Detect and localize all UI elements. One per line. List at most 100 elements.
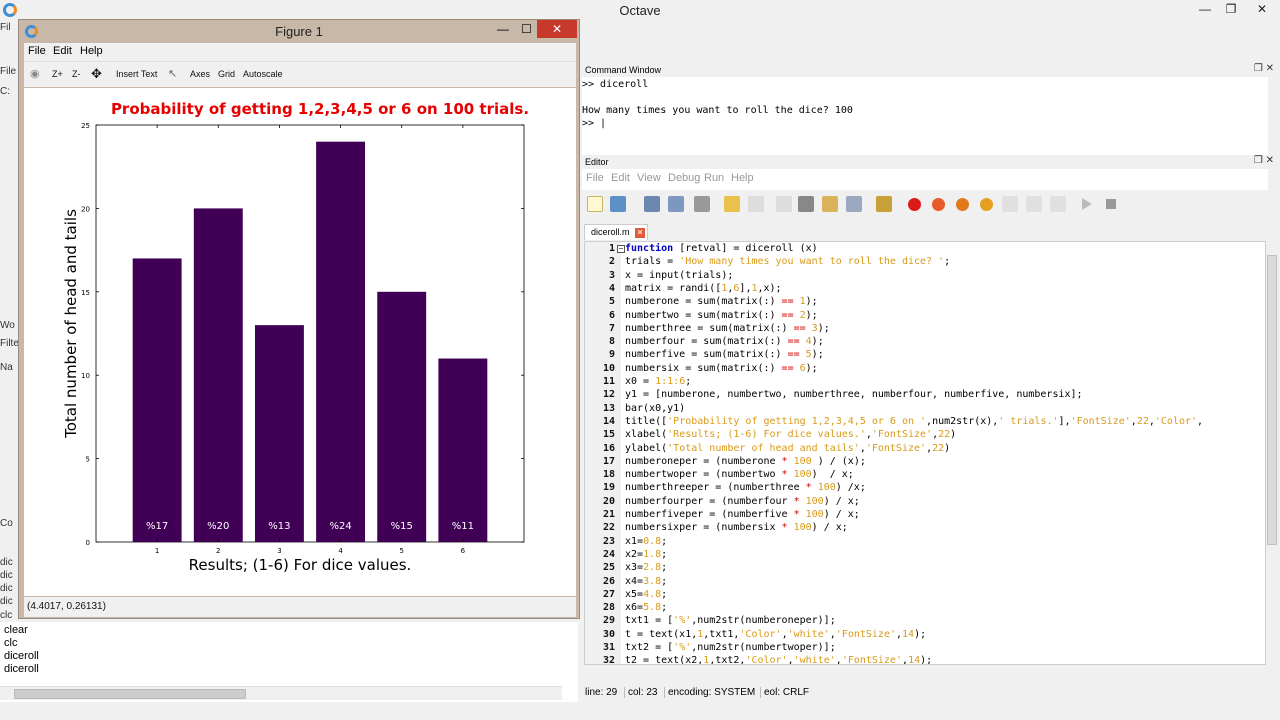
code-line: numberone = sum(matrix(:) == 1); [625, 296, 818, 307]
editor-menu-debug[interactable]: Debug [668, 172, 700, 184]
fold-toggle-icon[interactable]: − [617, 245, 625, 253]
editor-toolbar [582, 190, 1280, 218]
redo-icon[interactable] [748, 196, 764, 212]
save-icon[interactable] [644, 196, 660, 212]
history-horizontal-scrollbar[interactable] [0, 686, 562, 700]
new-file-icon[interactable] [587, 196, 603, 212]
step-icon[interactable] [1002, 196, 1018, 212]
insert-text-button[interactable]: Insert Text [116, 69, 157, 79]
code-text: numberfiveper = (numberfive [625, 509, 794, 520]
history-item[interactable]: dic [0, 583, 18, 597]
editor-menu-edit[interactable]: Edit [611, 172, 630, 184]
code-number: 5.8 [643, 602, 662, 614]
cursor-column: col: 23 [624, 687, 657, 698]
main-minimize-button[interactable]: — [1192, 0, 1218, 19]
code-string: '%' [673, 642, 692, 653]
paste-icon[interactable] [822, 196, 838, 212]
previous-breakpoint-icon[interactable] [956, 198, 969, 211]
editor-menu-run[interactable]: Run [704, 172, 724, 184]
code-number: 0.8 [643, 535, 662, 547]
next-breakpoint-icon[interactable] [932, 198, 945, 211]
step-in-icon[interactable] [1026, 196, 1042, 212]
figure-menu-edit[interactable]: Edit [53, 45, 72, 57]
save-as-icon[interactable] [668, 196, 684, 212]
bar-2 [193, 208, 243, 542]
figure-menu-file[interactable]: File [28, 45, 46, 57]
figure-canvas[interactable]: Probability of getting 1,2,3,4,5 or 6 on… [24, 88, 576, 596]
zoom-in-button[interactable]: Z+ [52, 69, 63, 79]
editor-scroll-thumb[interactable] [1267, 255, 1277, 545]
code-text: numbersix = sum(matrix(:) [625, 362, 782, 374]
quit-debug-icon[interactable] [1106, 199, 1116, 209]
continue-icon[interactable] [1082, 198, 1092, 210]
command-window-header: Command Window ❐ ✕ [582, 63, 1280, 77]
code-line: x = input(trials); [625, 270, 733, 281]
figure-close-button[interactable]: ✕ [537, 20, 577, 38]
code-editor[interactable]: 1 2 3 4 5 6 7 8 9 10 11 12 13 14 15 16 17 18 19 20 21 22 23 24 2… [584, 241, 1266, 665]
command-prompt[interactable]: >> | [582, 118, 606, 129]
history-item[interactable]: dic [0, 557, 18, 571]
editor-vertical-scrollbar[interactable] [1266, 241, 1278, 665]
code-text: ); [811, 336, 824, 348]
figure-menu-help[interactable]: Help [80, 45, 103, 57]
code-number: 4.8 [643, 588, 662, 600]
code-text: t = text(x1, [625, 628, 698, 640]
main-close-button[interactable]: ✕ [1244, 0, 1280, 19]
pan-icon[interactable]: ✥ [91, 66, 102, 82]
cut-icon[interactable] [798, 196, 814, 212]
line-number: 14 [602, 415, 615, 427]
code-line: trials = 'How many times you want to rol… [625, 256, 950, 267]
code-operator: == [781, 296, 794, 308]
code-text: numberthree = sum(matrix(:) [625, 322, 794, 334]
tab-close-icon[interactable]: ✕ [635, 228, 645, 238]
history-scroll-thumb[interactable] [14, 689, 246, 699]
code-text: ); [805, 362, 818, 374]
open-file-icon[interactable] [610, 196, 626, 212]
code-line: xlabel('Results; (1-6) For dice values.'… [625, 429, 956, 440]
toggle-breakpoint-icon[interactable] [908, 198, 921, 211]
code-number: 3.8 [643, 575, 662, 587]
code-text: ); [914, 628, 927, 640]
copy-icon[interactable] [776, 196, 792, 212]
history-item[interactable]: clc [4, 637, 17, 649]
editor-menu-file[interactable]: File [586, 172, 604, 184]
step-out-icon[interactable] [1050, 196, 1066, 212]
figure-maximize-button[interactable]: ☐ [521, 22, 532, 36]
axes-button[interactable]: Axes [190, 69, 210, 79]
history-item[interactable]: diceroll [4, 650, 39, 662]
x-tick-label: 6 [461, 547, 466, 555]
editor-menu-view[interactable]: View [637, 172, 661, 184]
dock-undock-close-icons[interactable]: ❐ ✕ [1254, 155, 1274, 166]
remove-breakpoints-icon[interactable] [980, 198, 993, 211]
code-line: numbertwo = sum(matrix(:) == 2); [625, 310, 818, 321]
print-icon[interactable] [694, 196, 710, 212]
code-operator: == [781, 309, 794, 321]
autoscale-button[interactable]: Autoscale [243, 69, 283, 79]
find-replace-icon[interactable] [846, 196, 862, 212]
history-item[interactable]: diceroll [4, 663, 39, 675]
left-label: Wo [0, 320, 15, 331]
code-text: ) / x; [811, 522, 848, 534]
figure-menubar: File Edit Help [24, 43, 576, 61]
figure-minimize-button[interactable]: — [497, 22, 509, 36]
editor-menu-help[interactable]: Help [731, 172, 754, 184]
editor-tab-diceroll[interactable]: diceroll.m ✕ [584, 224, 648, 240]
code-text: ) [944, 442, 951, 454]
undo-icon[interactable] [724, 196, 740, 212]
history-item[interactable]: dic [0, 596, 18, 610]
line-number: 7 [608, 322, 615, 334]
zoom-out-button[interactable]: Z- [72, 69, 81, 79]
code-number: 100 [793, 522, 812, 534]
dock-undock-close-icons[interactable]: ❐ ✕ [1254, 63, 1274, 74]
line-number: 27 [602, 588, 615, 600]
code-string: 'Color' [739, 628, 782, 640]
select-arrow-icon[interactable]: ↖ [168, 67, 177, 80]
history-item[interactable]: dic [0, 570, 18, 584]
main-maximize-button[interactable]: ❐ [1218, 0, 1244, 19]
settings-gear-icon[interactable] [876, 196, 892, 212]
editor-horizontal-scrollbar[interactable] [584, 665, 1266, 677]
grid-button[interactable]: Grid [218, 69, 235, 79]
rotate-icon[interactable]: ◉ [30, 67, 40, 80]
history-item[interactable]: clear [4, 624, 28, 636]
code-text: ); [811, 349, 824, 361]
